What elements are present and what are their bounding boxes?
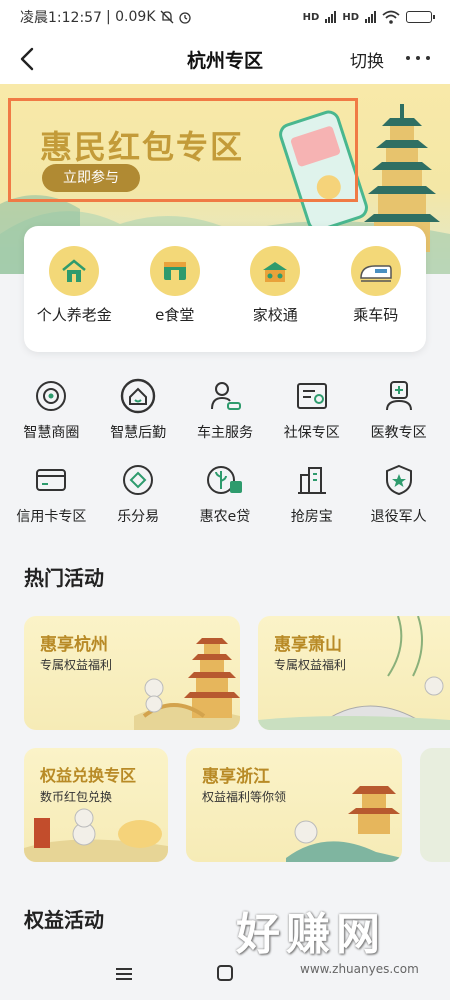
- grid-label: 医教专区: [370, 425, 427, 441]
- grid-row: 信用卡专区 乐分易 惠农e贷 抢房宝 退役军人: [0, 460, 450, 544]
- grid-label: 乐分易: [117, 509, 160, 525]
- veteran-shield-icon: [379, 460, 419, 500]
- activity-subtitle: 专属权益福利: [40, 658, 113, 672]
- menu-icon[interactable]: [114, 966, 134, 982]
- grid-item-car-owner[interactable]: 车主服务: [182, 376, 268, 460]
- grid-label: 社保专区: [283, 425, 340, 441]
- feature-card: 个人养老金 e食堂 家校通 乘车码: [24, 226, 426, 352]
- grid-item-medical-education[interactable]: 医教专区: [356, 376, 442, 460]
- grid-item-social-security[interactable]: 社保专区: [269, 376, 355, 460]
- feature-label: e食堂: [155, 306, 195, 324]
- canteen-icon: [149, 246, 200, 296]
- grid-row: 智慧商圈 智慧后勤 车主服务 社保专区 医教专区: [0, 376, 450, 460]
- feature-label: 家校通: [252, 306, 298, 324]
- signal-icon-2: [365, 11, 376, 23]
- agri-loan-icon: [205, 460, 245, 500]
- grid-item-smart-logistics[interactable]: 智慧后勤: [95, 376, 181, 460]
- home-square-icon[interactable]: [216, 964, 234, 982]
- smart-logistics-icon: [118, 376, 158, 416]
- feature-label: 个人养老金: [36, 306, 112, 324]
- feature-canteen[interactable]: e食堂: [127, 246, 223, 352]
- signal-icon-1: [325, 11, 337, 23]
- activity-title: 惠享萧山: [274, 635, 342, 655]
- grid-label: 智慧后勤: [110, 425, 167, 441]
- status-speed: | 0.09K: [105, 9, 156, 25]
- grid-item-credit-card[interactable]: 信用卡专区: [8, 460, 94, 544]
- grid-item-installment[interactable]: 乐分易: [95, 460, 181, 544]
- battery-icon: [406, 11, 435, 23]
- status-bar: 凌晨1:12:57 | 0.09K HD HD: [0, 0, 450, 34]
- activity-card-rights-exchange[interactable]: 权益兑换专区 数币红包兑换: [24, 748, 168, 862]
- grid-label: 退役军人: [370, 509, 427, 525]
- school-icon: [250, 246, 301, 296]
- rights-activities-title: 权益活动: [24, 908, 104, 932]
- grid-label: 智慧商圈: [23, 425, 80, 441]
- activity-title: 惠享杭州: [40, 635, 108, 655]
- installment-icon: [118, 460, 158, 500]
- service-grid: 智慧商圈 智慧后勤 车主服务 社保专区 医教专区 信用卡专区 乐分易 惠农e贷 …: [0, 376, 450, 544]
- pension-house-icon: [49, 246, 100, 296]
- join-now-button[interactable]: 立即参与: [42, 164, 140, 192]
- banner-title: 惠民红包专区: [40, 128, 245, 166]
- switch-button[interactable]: 切换: [350, 47, 384, 72]
- grid-item-veteran[interactable]: 退役军人: [356, 460, 442, 544]
- status-time: 凌晨1:12:57: [20, 10, 102, 26]
- wifi-icon: [382, 10, 400, 24]
- smart-mall-icon: [31, 376, 71, 416]
- activity-title: 惠享浙江: [202, 767, 270, 787]
- back-arrow-icon[interactable]: [16, 46, 40, 72]
- activity-card-hangzhou[interactable]: 惠享杭州 专属权益福利: [24, 616, 240, 730]
- grid-label: 车主服务: [196, 425, 253, 441]
- system-nav-bar: [0, 952, 450, 1000]
- grid-label: 惠农e贷: [199, 509, 251, 525]
- more-dots-icon[interactable]: [406, 56, 430, 60]
- feature-pension[interactable]: 个人养老金: [26, 246, 122, 352]
- activity-title: 权益兑换专区: [40, 766, 137, 785]
- grid-item-agri-loan[interactable]: 惠农e贷: [182, 460, 268, 544]
- medical-education-icon: [379, 376, 419, 416]
- activity-subtitle: 数币红包兑换: [40, 790, 113, 804]
- mute-bell-icon: [160, 10, 173, 24]
- hot-activities-title: 热门活动: [24, 566, 104, 590]
- grid-label: 信用卡专区: [16, 509, 87, 525]
- grid-item-housing[interactable]: 抢房宝: [269, 460, 355, 544]
- status-left: 凌晨1:12:57 | 0.09K: [20, 7, 192, 27]
- status-right: HD HD: [302, 10, 435, 24]
- credit-card-icon: [31, 460, 71, 500]
- car-owner-icon: [205, 376, 245, 416]
- grid-item-smart-mall[interactable]: 智慧商圈: [8, 376, 94, 460]
- activity-card-xiaoshan[interactable]: 惠享萧山 专属权益福利: [258, 616, 450, 730]
- activity-subtitle: 权益福利等你领: [202, 790, 287, 804]
- alarm-icon: [178, 12, 191, 24]
- feature-school[interactable]: 家校通: [227, 246, 323, 352]
- train-icon: [350, 246, 401, 296]
- net-label-2: HD: [342, 11, 359, 23]
- feature-train-code[interactable]: 乘车码: [328, 246, 424, 352]
- activity-card-partial[interactable]: [420, 748, 450, 862]
- feature-label: 乘车码: [353, 306, 399, 324]
- activity-subtitle: 专属权益福利: [274, 658, 347, 672]
- social-security-icon: [292, 376, 332, 416]
- activity-card-zhejiang[interactable]: 惠享浙江 权益福利等你领: [186, 748, 402, 862]
- nav-bar: 杭州专区 切换: [0, 34, 450, 84]
- housing-icon: [292, 460, 332, 500]
- grid-label: 抢房宝: [290, 509, 333, 525]
- net-label-1: HD: [302, 11, 320, 23]
